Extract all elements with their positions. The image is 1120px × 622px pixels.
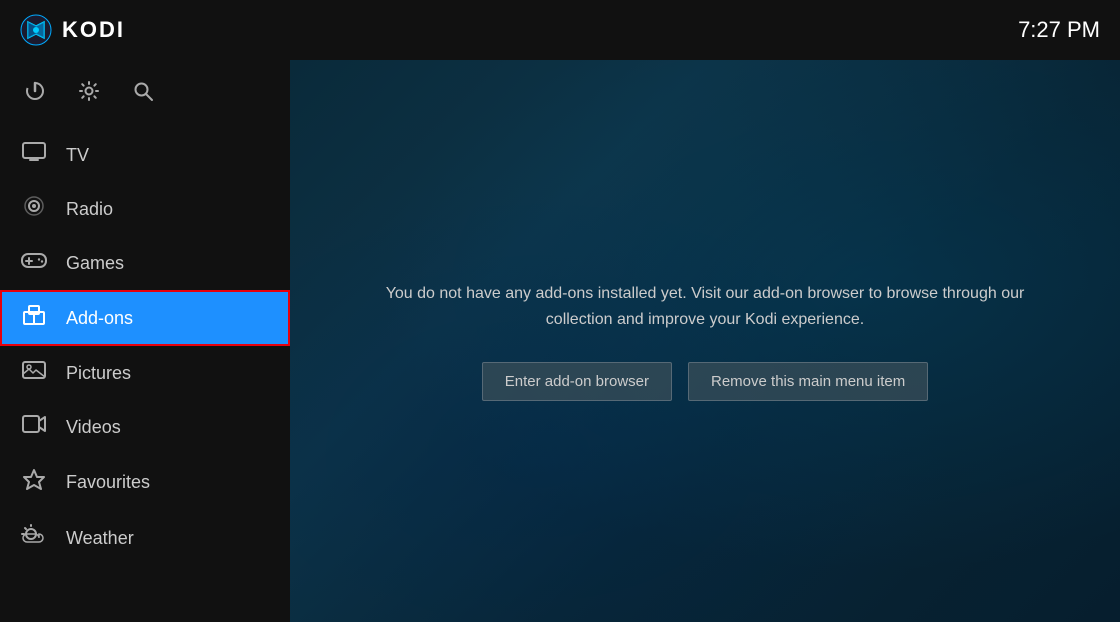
enter-addon-browser-button[interactable]: Enter add-on browser [482, 362, 672, 401]
top-bar: KODI 7:27 PM [0, 0, 1120, 60]
sidebar-item-pictures-label: Pictures [66, 363, 131, 384]
addons-icon [20, 304, 48, 332]
sidebar-item-videos-label: Videos [66, 417, 121, 438]
sidebar-item-pictures[interactable]: Pictures [0, 346, 290, 400]
radio-icon [20, 196, 48, 222]
games-icon [20, 250, 48, 276]
videos-icon [20, 414, 48, 440]
sidebar-item-addons[interactable]: Add-ons [0, 290, 290, 346]
content-area: You do not have any add-ons installed ye… [290, 60, 1120, 622]
sidebar-item-tv[interactable]: TV [0, 128, 290, 182]
favourites-icon [20, 468, 48, 496]
sidebar: TV Radio [0, 60, 290, 622]
sidebar-item-games[interactable]: Games [0, 236, 290, 290]
sidebar-item-radio[interactable]: Radio [0, 182, 290, 236]
sidebar-item-addons-label: Add-ons [66, 308, 133, 329]
power-button[interactable] [20, 76, 50, 112]
main-layout: TV Radio [0, 60, 1120, 622]
content-buttons: Enter add-on browser Remove this main me… [482, 362, 929, 401]
search-button[interactable] [128, 76, 158, 112]
logo-area: KODI [20, 14, 125, 46]
remove-menu-item-button[interactable]: Remove this main menu item [688, 362, 928, 401]
pictures-icon [20, 360, 48, 386]
sidebar-item-weather-label: Weather [66, 528, 134, 549]
sidebar-top-icons [0, 60, 290, 128]
sidebar-item-videos[interactable]: Videos [0, 400, 290, 454]
sidebar-item-weather[interactable]: Weather [0, 510, 290, 566]
sidebar-item-favourites-label: Favourites [66, 472, 150, 493]
sidebar-item-games-label: Games [66, 253, 124, 274]
app-title: KODI [62, 17, 125, 43]
tv-icon [20, 142, 48, 168]
sidebar-nav: TV Radio [0, 128, 290, 622]
sidebar-item-tv-label: TV [66, 145, 89, 166]
content-message: You do not have any add-ons installed ye… [355, 281, 1055, 332]
settings-button[interactable] [74, 76, 104, 112]
weather-icon [20, 524, 48, 552]
kodi-logo-icon [20, 14, 52, 46]
clock-display: 7:27 PM [1018, 17, 1100, 43]
sidebar-item-favourites[interactable]: Favourites [0, 454, 290, 510]
sidebar-item-radio-label: Radio [66, 199, 113, 220]
